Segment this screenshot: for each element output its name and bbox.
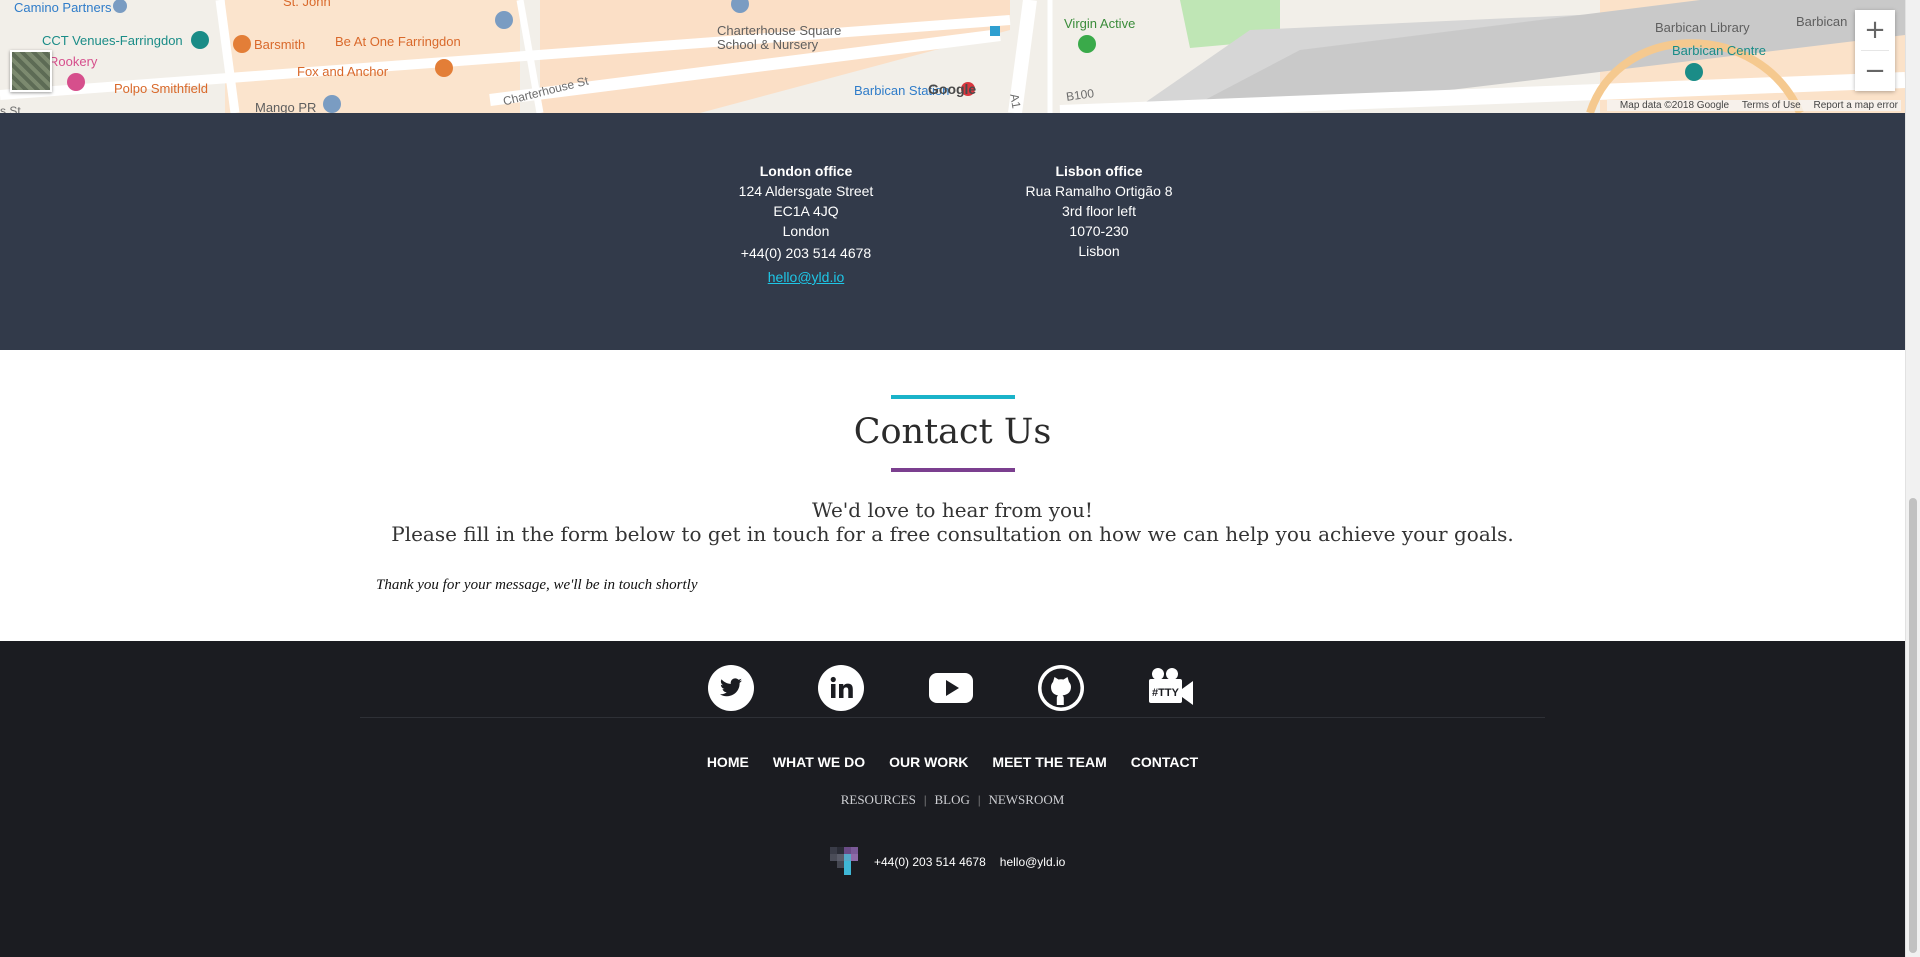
map-label-virgin: Virgin Active	[1064, 16, 1136, 31]
lisbon-address-line1: Rua Ramalho Ortigão 8	[1025, 183, 1173, 199]
google-logo: Google	[928, 81, 977, 97]
page: Camino Partners CCT Venues-Farringdon Ro…	[0, 0, 1905, 957]
lisbon-address-line4: Lisbon	[1078, 243, 1120, 259]
zoom-in-button[interactable]: +	[1855, 10, 1895, 50]
map-label-barsmith: Barsmith	[254, 37, 306, 52]
map-label-cct: CCT Venues-Farringdon	[42, 33, 183, 48]
footer-phone: +44(0) 203 514 4678	[874, 855, 986, 869]
contact-top-bar	[891, 395, 1015, 399]
footer-nav-what-we-do[interactable]: WHAT WE DO	[773, 754, 865, 770]
footer-nav-home[interactable]: HOME	[707, 754, 749, 770]
london-phone: +44(0) 203 514 4678	[740, 245, 872, 261]
yld-logo	[830, 847, 860, 877]
footer-subnav-blog[interactable]: BLOG	[934, 792, 969, 807]
map-terms-link[interactable]: Terms of Use	[1742, 100, 1801, 111]
london-office-title: London office	[759, 163, 853, 179]
tty-icon-label: #TTY	[1152, 687, 1180, 699]
map-data-text: Map data ©2018 Google	[1619, 100, 1730, 111]
form-success-message: Thank you for your message, we'll be in …	[376, 577, 698, 593]
map-satellite-toggle[interactable]	[10, 50, 52, 92]
london-email-link[interactable]: hello@yld.io	[716, 267, 896, 287]
lisbon-office: Lisbon office Rua Ramalho Ortigão 8 3rd …	[1009, 161, 1189, 261]
subnav-separator: |	[923, 792, 927, 807]
contact-title: Contact Us	[853, 412, 1052, 452]
map[interactable]: Camino Partners CCT Venues-Farringdon Ro…	[0, 0, 1905, 113]
map-zoom-control: + −	[1855, 10, 1895, 91]
scrollbar-thumb[interactable]	[1909, 498, 1917, 953]
footer-nav: HOME WHAT WE DO OUR WORK MEET THE TEAM C…	[0, 754, 1905, 770]
footer-nav-contact[interactable]: CONTACT	[1131, 754, 1198, 770]
map-label-a1: A1	[1007, 92, 1024, 110]
london-office: London office 124 Aldersgate Street EC1A…	[716, 161, 896, 287]
offices-section: London office 124 Aldersgate Street EC1A…	[0, 113, 1905, 350]
footer-nav-our-work[interactable]: OUR WORK	[889, 754, 968, 770]
social-links: #TTY	[708, 665, 1194, 713]
linkedin-icon[interactable]	[818, 665, 864, 711]
footer-subnav: RESOURCES | BLOG | NEWSROOM	[0, 792, 1905, 808]
lisbon-office-title: Lisbon office	[1055, 163, 1143, 179]
london-address-line3: London	[782, 223, 830, 239]
london-address-line1: 124 Aldersgate Street	[738, 183, 874, 199]
footer-subnav-newsroom[interactable]: NEWSROOM	[988, 792, 1064, 807]
map-label-rookery: Rookery	[49, 54, 98, 69]
map-label-st: s St	[0, 104, 21, 113]
lisbon-address-line3: 1070-230	[1069, 223, 1129, 239]
footer-subnav-resources[interactable]: RESOURCES	[841, 792, 916, 807]
contact-intro-line1: We'd love to hear from you!	[812, 498, 1093, 522]
map-label-mango: Mango PR	[255, 100, 317, 113]
youtube-icon[interactable]	[928, 665, 974, 711]
map-report-link[interactable]: Report a map error	[1814, 100, 1898, 111]
footer-contact-row: +44(0) 203 514 4678 hello@yld.io	[830, 847, 1065, 877]
map-label-foxanchor: Fox and Anchor	[297, 64, 389, 79]
footer-divider	[360, 717, 1545, 718]
map-label-barbican-library: Barbican Library	[1655, 20, 1750, 35]
map-label-camino: Camino Partners	[14, 0, 112, 15]
lisbon-address-line2: 3rd floor left	[1062, 203, 1136, 219]
contact-section: Contact Us We'd love to hear from you! P…	[0, 350, 1905, 641]
map-label-polpo: Polpo Smithfield	[114, 81, 208, 96]
map-label-barbican-centre: Barbican Centre	[1672, 43, 1766, 58]
map-label-barbican-edge: Barbican	[1796, 14, 1848, 29]
github-icon[interactable]	[1038, 665, 1084, 711]
london-address-line2: EC1A 4JQ	[773, 203, 839, 219]
map-label-beatone: Be At One Farringdon	[335, 34, 461, 49]
zoom-out-button[interactable]: −	[1855, 51, 1895, 91]
twitter-icon[interactable]	[708, 665, 754, 711]
footer-email-link[interactable]: hello@yld.io	[1000, 855, 1066, 869]
map-attribution: Map data ©2018 Google Terms of Use Repor…	[1606, 100, 1901, 111]
contact-bottom-bar	[891, 468, 1015, 472]
subnav-separator: |	[977, 792, 981, 807]
footer-nav-meet-the-team[interactable]: MEET THE TEAM	[992, 754, 1106, 770]
footer: #TTY HOME WHAT WE DO OUR WORK MEET THE T…	[0, 641, 1905, 957]
contact-intro-line2: Please fill in the form below to get in …	[391, 522, 1514, 546]
page-scrollbar[interactable]	[1905, 0, 1920, 957]
tty-icon[interactable]: #TTY	[1148, 665, 1194, 711]
map-label-stjohn: St. John	[283, 0, 331, 9]
map-label-charterhouse-school: Charterhouse Square School & Nursery	[717, 23, 842, 52]
